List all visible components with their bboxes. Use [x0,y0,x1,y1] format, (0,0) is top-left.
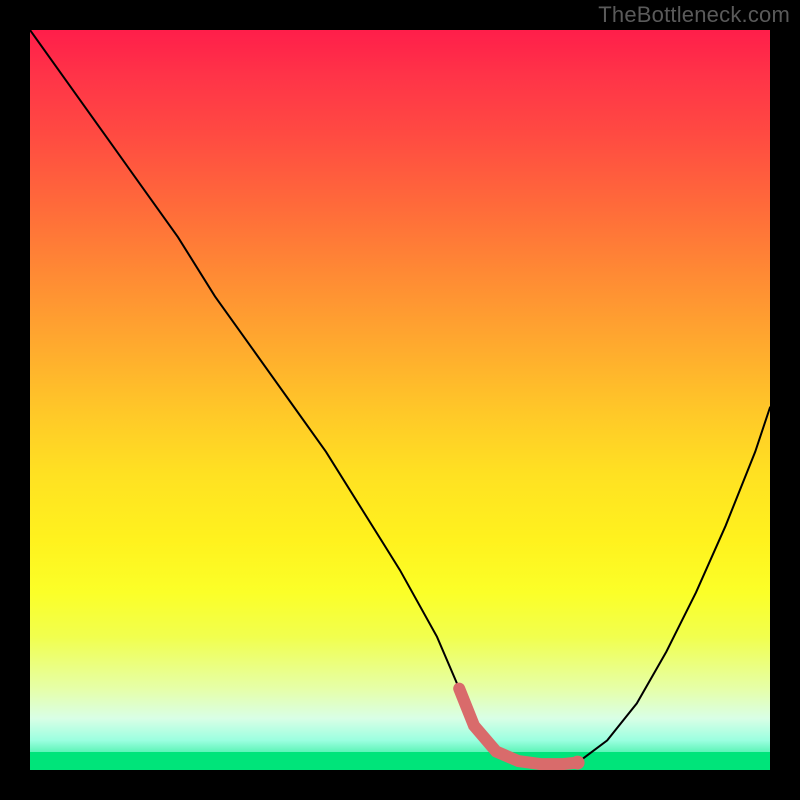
plot-area [30,30,770,770]
watermark-text: TheBottleneck.com [598,2,790,28]
marker-end-dot [571,756,585,770]
curve-layer [30,30,770,770]
chart-frame: TheBottleneck.com [0,0,800,800]
marker-region [459,689,577,765]
bottleneck-curve [30,30,770,764]
